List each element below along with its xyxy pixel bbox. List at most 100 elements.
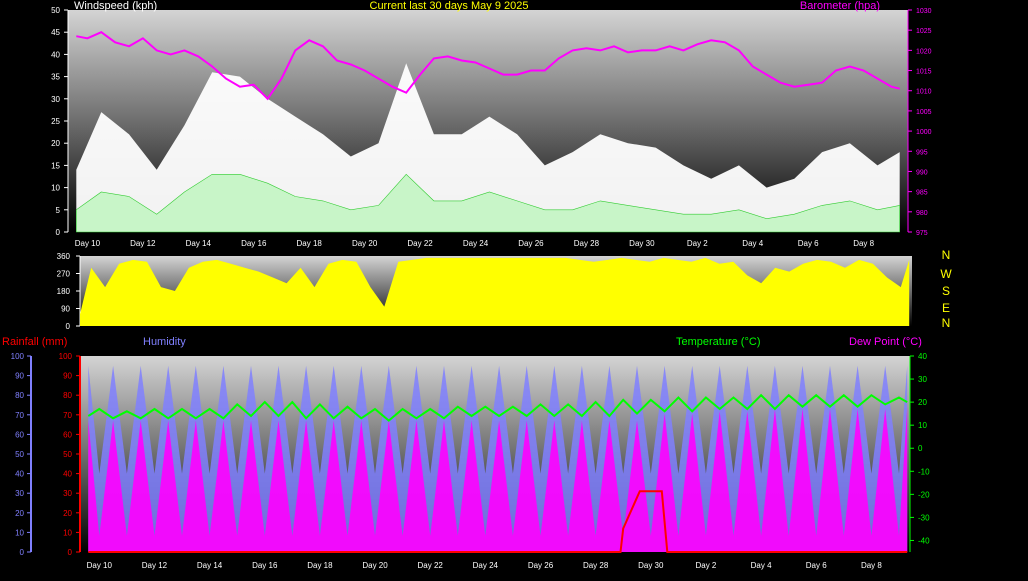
temperature-tick-label: -30 [918, 513, 930, 522]
windspeed-tick-label: 45 [51, 28, 60, 37]
temperature-x-tick-label: Day 28 [583, 561, 609, 570]
direction-tick-label: 360 [57, 252, 71, 261]
rainfall-tick-label: 40 [63, 470, 72, 479]
compass-e: E [942, 301, 950, 315]
humidity-tick-label: 100 [11, 352, 25, 361]
temperature-tick-label: 0 [918, 444, 923, 453]
rainfall-tick-label: 0 [68, 548, 73, 557]
dewpoint-axis-label: Dew Point (°C) [849, 336, 922, 348]
rainfall-tick-label: 100 [59, 352, 73, 361]
temperature-x-tick-label: Day 2 [695, 561, 716, 570]
windspeed-x-tick-label: Day 18 [297, 239, 323, 248]
windspeed-x-tick-label: Day 22 [407, 239, 433, 248]
windspeed-x-tick-label: Day 12 [130, 239, 156, 248]
humidity-axis-label: Humidity [143, 336, 186, 348]
compass-n-bottom: N [942, 316, 951, 330]
rainfall-tick-label: 80 [63, 391, 72, 400]
temperature-axis-label: Temperature (°C) [676, 336, 760, 348]
windspeed-x-tick-label: Day 30 [629, 239, 655, 248]
barometer-tick-label: 980 [916, 210, 928, 217]
temperature-x-tick-label: Day 10 [87, 561, 113, 570]
windspeed-tick-label: 10 [51, 184, 60, 193]
humidity-tick-label: 10 [15, 528, 24, 537]
windspeed-tick-label: 30 [51, 95, 60, 104]
rainfall-axis-label: Rainfall (mm) [2, 336, 67, 348]
barometer-tick-label: 995 [916, 149, 928, 156]
direction-tick-label: 180 [57, 287, 71, 296]
windspeed-tick-label: 20 [51, 139, 60, 148]
temperature-tick-label: 40 [918, 352, 927, 361]
barometer-tick-label: 990 [916, 169, 928, 176]
direction-tick-label: 90 [61, 305, 70, 314]
weather-charts: 0510152025303540455097598098599099510001… [2, 0, 952, 570]
humidity-tick-label: 70 [15, 411, 24, 420]
barometer-tick-label: 975 [916, 230, 928, 237]
barometer-tick-label: 1010 [916, 89, 932, 96]
windspeed-x-tick-label: Day 10 [75, 239, 101, 248]
barometer-tick-label: 1030 [916, 8, 932, 15]
windspeed-tick-label: 25 [51, 117, 60, 126]
humidity-tick-label: 20 [15, 509, 24, 518]
temperature-x-tick-label: Day 6 [806, 561, 827, 570]
temperature-tick-label: -10 [918, 467, 930, 476]
compass-labels: N W S E N [940, 248, 952, 330]
temperature-x-tick-label: Day 30 [638, 561, 664, 570]
chart-title: Current last 30 days May 9 2025 [370, 0, 529, 12]
rainfall-tick-label: 60 [63, 430, 72, 439]
temperature-x-tick-label: Day 24 [473, 561, 499, 570]
rainfall-tick-label: 20 [63, 509, 72, 518]
rainfall-tick-label: 10 [63, 528, 72, 537]
rainfall-tick-label: 30 [63, 489, 72, 498]
windspeed-x-tick-label: Day 24 [463, 239, 489, 248]
humidity-tick-label: 50 [15, 450, 24, 459]
rainfall-tick-label: 50 [63, 450, 72, 459]
barometer-tick-label: 1015 [916, 69, 932, 76]
windspeed-x-tick-label: Day 4 [742, 239, 763, 248]
windspeed-tick-label: 15 [51, 161, 60, 170]
temperature-x-tick-label: Day 18 [307, 561, 333, 570]
windspeed-tick-label: 35 [51, 73, 60, 82]
temperature-x-tick-label: Day 20 [362, 561, 388, 570]
barometer-tick-label: 985 [916, 190, 928, 197]
humidity-tick-label: 80 [15, 391, 24, 400]
temperature-x-tick-label: Day 8 [861, 561, 882, 570]
windspeed-x-tick-label: Day 8 [853, 239, 874, 248]
windspeed-x-tick-label: Day 14 [186, 239, 212, 248]
windspeed-tick-label: 40 [51, 50, 60, 59]
windspeed-axis-label: Windspeed (kph) [74, 0, 157, 12]
temperature-tick-label: -40 [918, 536, 930, 545]
barometer-tick-label: 1000 [916, 129, 932, 136]
windspeed-tick-label: 0 [56, 228, 61, 237]
compass-w: W [940, 267, 952, 281]
direction-tick-label: 270 [57, 270, 71, 279]
temperature-tick-label: 20 [918, 398, 927, 407]
windspeed-tick-label: 50 [51, 6, 60, 15]
windspeed-x-tick-label: Day 16 [241, 239, 267, 248]
rainfall-tick-label: 90 [63, 372, 72, 381]
barometer-tick-label: 1020 [916, 48, 932, 55]
temperature-x-tick-label: Day 22 [418, 561, 444, 570]
windspeed-x-tick-label: Day 2 [687, 239, 708, 248]
temperature-x-tick-label: Day 14 [197, 561, 223, 570]
temperature-x-tick-label: Day 26 [528, 561, 554, 570]
humidity-tick-label: 0 [20, 548, 25, 557]
compass-n-top: N [942, 248, 951, 262]
temperature-tick-label: 10 [918, 421, 927, 430]
barometer-tick-label: 1025 [916, 28, 932, 35]
windspeed-x-tick-label: Day 20 [352, 239, 378, 248]
windspeed-x-tick-label: Day 28 [574, 239, 600, 248]
humidity-tick-label: 60 [15, 430, 24, 439]
rainfall-tick-label: 70 [63, 411, 72, 420]
windspeed-x-tick-label: Day 26 [518, 239, 544, 248]
temperature-tick-label: -20 [918, 490, 930, 499]
windspeed-x-tick-label: Day 6 [798, 239, 819, 248]
temperature-tick-label: 30 [918, 375, 927, 384]
temperature-x-tick-label: Day 12 [142, 561, 168, 570]
humidity-tick-label: 90 [15, 372, 24, 381]
compass-s: S [942, 284, 950, 298]
direction-tick-label: 0 [66, 322, 71, 331]
barometer-axis-label: Barometer (hpa) [800, 0, 880, 12]
temperature-x-tick-label: Day 16 [252, 561, 278, 570]
humidity-tick-label: 40 [15, 470, 24, 479]
humidity-tick-label: 30 [15, 489, 24, 498]
